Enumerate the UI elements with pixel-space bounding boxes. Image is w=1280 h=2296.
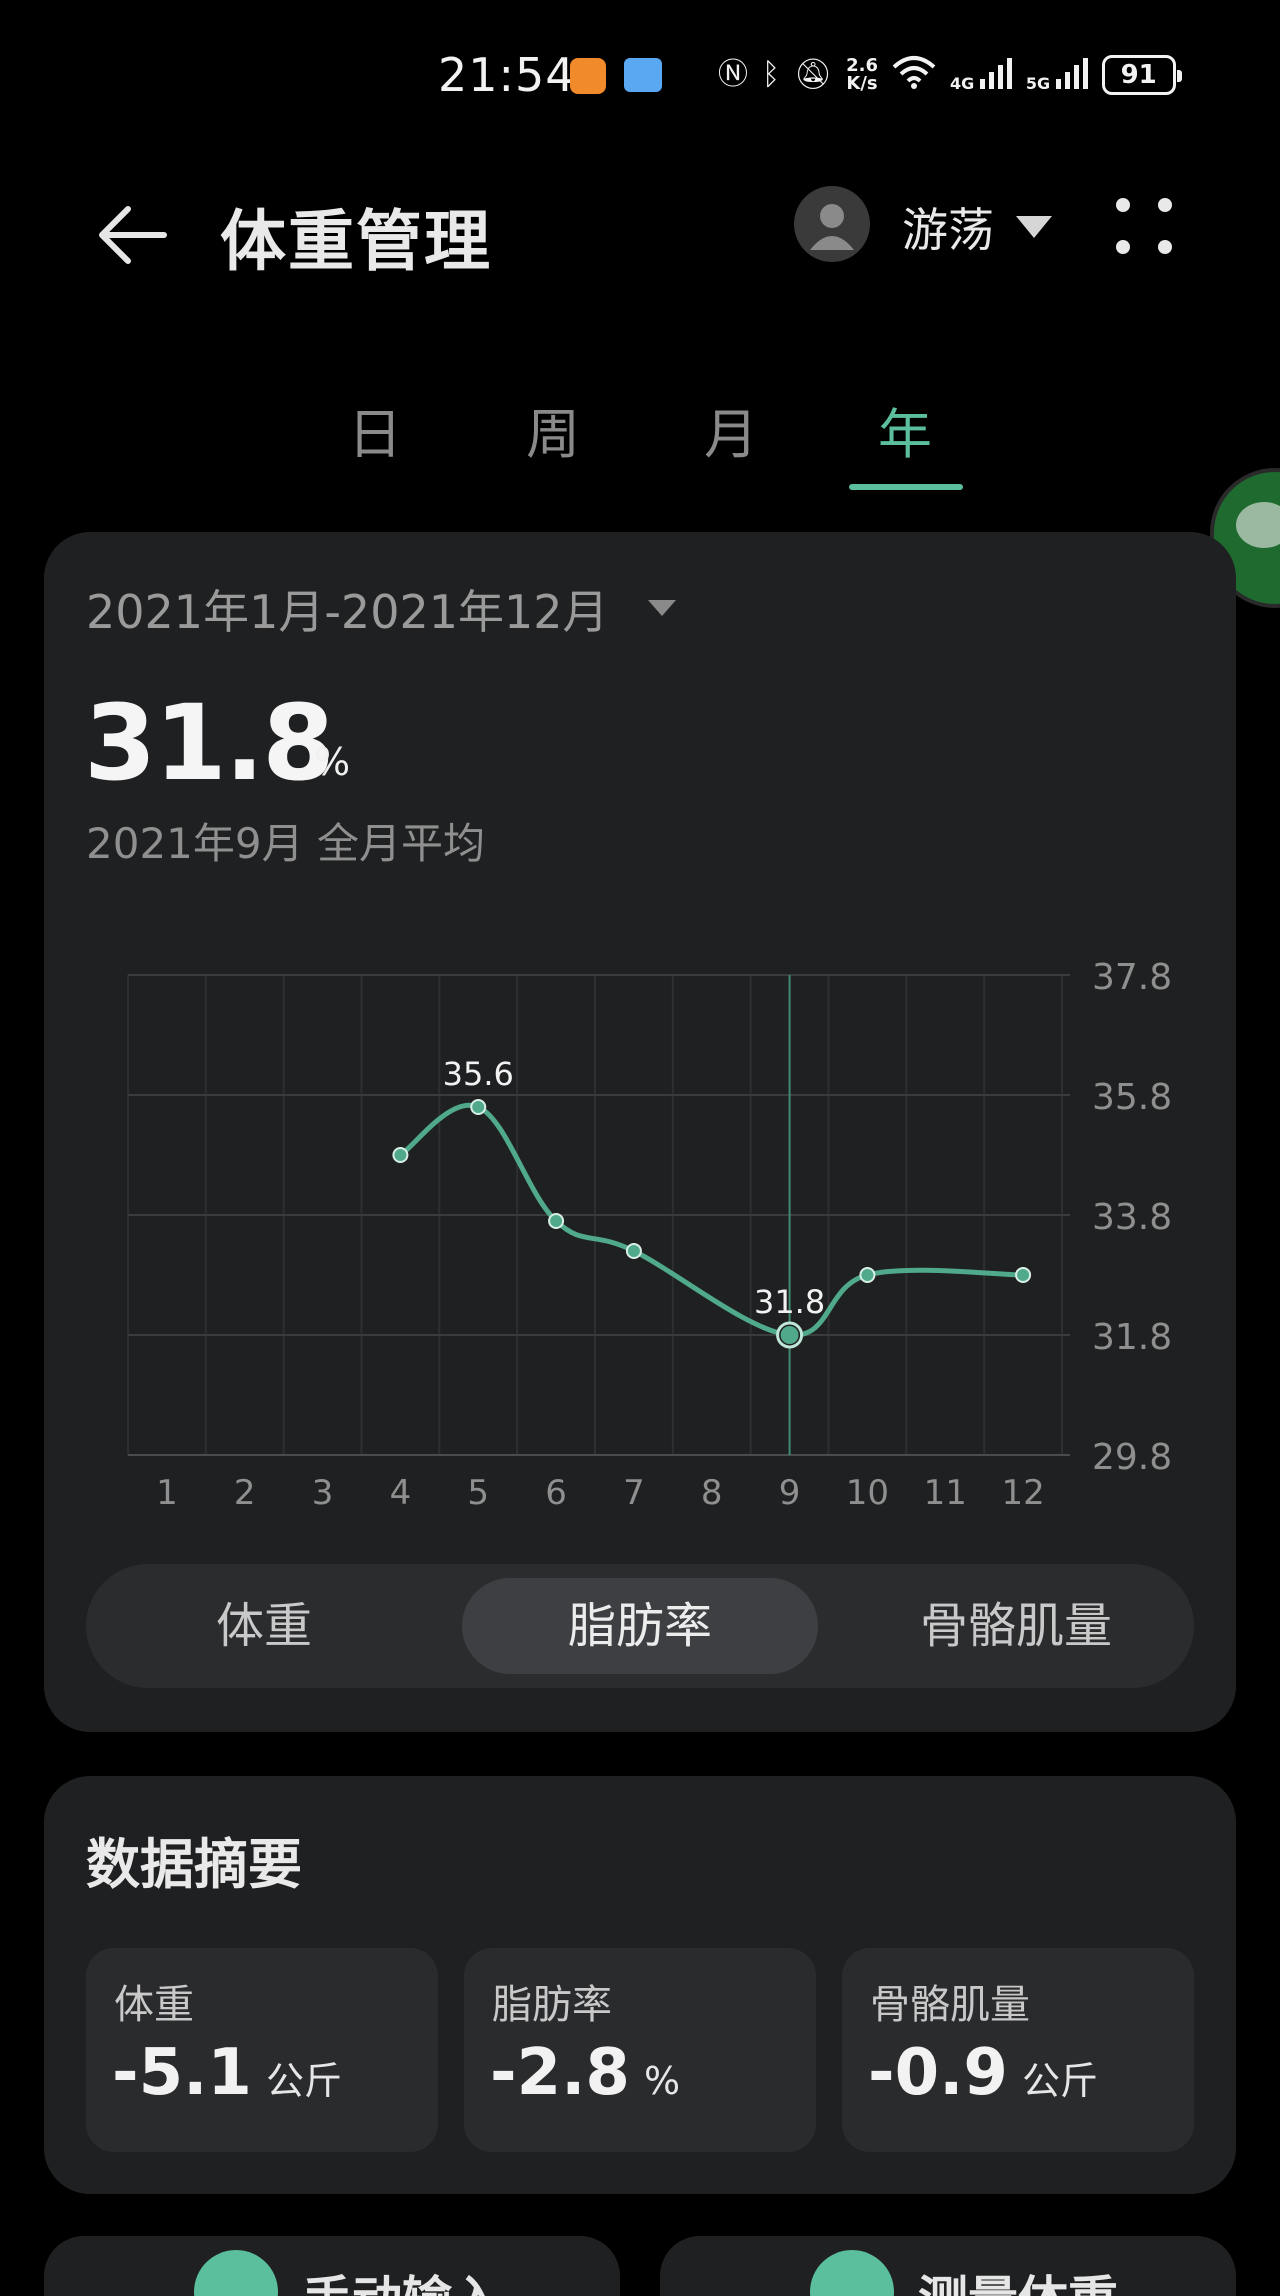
status-icons: Ⓝ ᛒ 🔕︎ 2.6 K/s 4G 5G 91: [718, 52, 1182, 98]
signal-4g-icon: 4G: [950, 57, 1012, 93]
tab-year[interactable]: 年: [850, 390, 960, 469]
y-tick-label: 35.8: [1092, 1077, 1172, 1118]
data-label: 31.8: [754, 1283, 825, 1321]
back-button[interactable]: [88, 190, 178, 280]
x-tick-label: 7: [623, 1473, 645, 1513]
bluetooth-icon: ᛒ: [762, 57, 780, 92]
data-point: [392, 1147, 409, 1163]
x-tick-label: 8: [701, 1473, 723, 1513]
x-tick-label: 10: [846, 1473, 889, 1513]
series-line: [397, 1102, 1026, 1338]
stat-value: -2.8%: [490, 2036, 681, 2110]
arrow-left-icon: [99, 206, 167, 264]
metric-fat-rate-button[interactable]: 脂肪率: [462, 1578, 818, 1674]
summary-title: 数据摘要: [86, 1833, 302, 1896]
data-point-selected-core: [780, 1326, 799, 1344]
page-title: 体重管理: [220, 203, 492, 280]
x-tick-label: 3: [312, 1473, 334, 1513]
y-tick-label: 31.8: [1092, 1317, 1172, 1358]
x-tick-label: 12: [1001, 1473, 1044, 1513]
user-avatar-icon: [810, 204, 854, 250]
y-tick-label: 33.8: [1092, 1197, 1172, 1238]
data-point: [1015, 1267, 1032, 1283]
stat-label: 脂肪率: [492, 1982, 612, 2028]
status-bar: 21:54 Ⓝ ᛒ 🔕︎ 2.6 K/s 4G 5G 91: [0, 0, 1280, 150]
chart-card: 2021年1月-2021年12月 31.8 % 2021年9月 全月平均 37.…: [44, 532, 1236, 1732]
stat-label: 体重: [114, 1982, 194, 2028]
tab-day[interactable]: 日: [320, 390, 430, 469]
status-time: 21:54: [438, 48, 576, 102]
avatar[interactable]: [794, 186, 870, 262]
action-label: 手动输入: [302, 2260, 502, 2296]
x-tick-label: 9: [779, 1473, 801, 1513]
data-label: 35.6: [443, 1055, 514, 1093]
x-tick-label: 4: [390, 1473, 412, 1513]
x-tick-label: 2: [234, 1473, 256, 1513]
tab-indicator: [849, 484, 963, 490]
wifi-icon: [892, 55, 936, 95]
x-tick-label: 1: [156, 1473, 178, 1513]
fat-rate-chart[interactable]: 37.835.833.831.829.81 2 3 4 5 6 7 8 9 10 11 1235.63…: [44, 932, 1236, 1572]
signal-5g-icon: 5G: [1026, 57, 1088, 93]
y-tick-label: 29.8: [1092, 1437, 1172, 1478]
tab-month[interactable]: 月: [676, 390, 786, 469]
chevron-down-icon[interactable]: [1016, 216, 1052, 238]
y-tick-label: 37.8: [1092, 957, 1172, 998]
measure-weight-button[interactable]: 测量体重: [660, 2236, 1236, 2296]
data-point: [625, 1243, 642, 1259]
app-notification-icon: [570, 58, 606, 94]
metric-muscle-button[interactable]: 骨骼肌量: [838, 1578, 1194, 1674]
more-button[interactable]: [1110, 192, 1180, 262]
value-description: 2021年9月 全月平均: [86, 819, 485, 868]
manual-input-button[interactable]: 手动输入: [44, 2236, 620, 2296]
stat-value: -5.1 公斤: [112, 2036, 342, 2110]
stat-weight: 体重 -5.1 公斤: [86, 1948, 438, 2152]
mute-icon: 🔕︎: [794, 57, 833, 92]
stat-muscle: 骨骼肌量 -0.9 公斤: [842, 1948, 1194, 2152]
battery-icon: 91: [1101, 55, 1182, 95]
data-point: [548, 1213, 565, 1229]
summary-card: 数据摘要 体重 -5.1 公斤 脂肪率 -2.8% 骨骼肌量 -0.9 公斤: [44, 1776, 1236, 2194]
tab-week[interactable]: 周: [498, 390, 608, 469]
current-value: 31.8: [84, 682, 335, 804]
user-name[interactable]: 游荡: [902, 194, 994, 260]
metric-toggle: 体重 脂肪率 骨骼肌量: [86, 1564, 1194, 1688]
x-tick-label: 5: [467, 1473, 489, 1513]
edit-icon: [194, 2250, 278, 2296]
current-unit: %: [314, 740, 351, 784]
x-tick-label: 11: [924, 1473, 967, 1513]
mail-notification-icon: [624, 58, 662, 92]
stat-value: -0.9 公斤: [868, 2036, 1098, 2110]
stat-fat-rate: 脂肪率 -2.8%: [464, 1948, 816, 2152]
scale-icon: [810, 2250, 894, 2296]
nfc-icon: Ⓝ: [718, 57, 748, 92]
action-label: 测量体重: [918, 2260, 1118, 2296]
data-point: [859, 1267, 876, 1283]
data-point: [470, 1099, 487, 1115]
stat-label: 骨骼肌量: [870, 1982, 1030, 2028]
chevron-down-icon[interactable]: [648, 600, 676, 616]
date-range[interactable]: 2021年1月-2021年12月: [86, 576, 609, 642]
app-header: 体重管理 游荡: [0, 150, 1280, 300]
metric-weight-button[interactable]: 体重: [86, 1578, 442, 1674]
x-tick-label: 6: [545, 1473, 567, 1513]
net-speed: 2.6 K/s: [846, 55, 878, 94]
